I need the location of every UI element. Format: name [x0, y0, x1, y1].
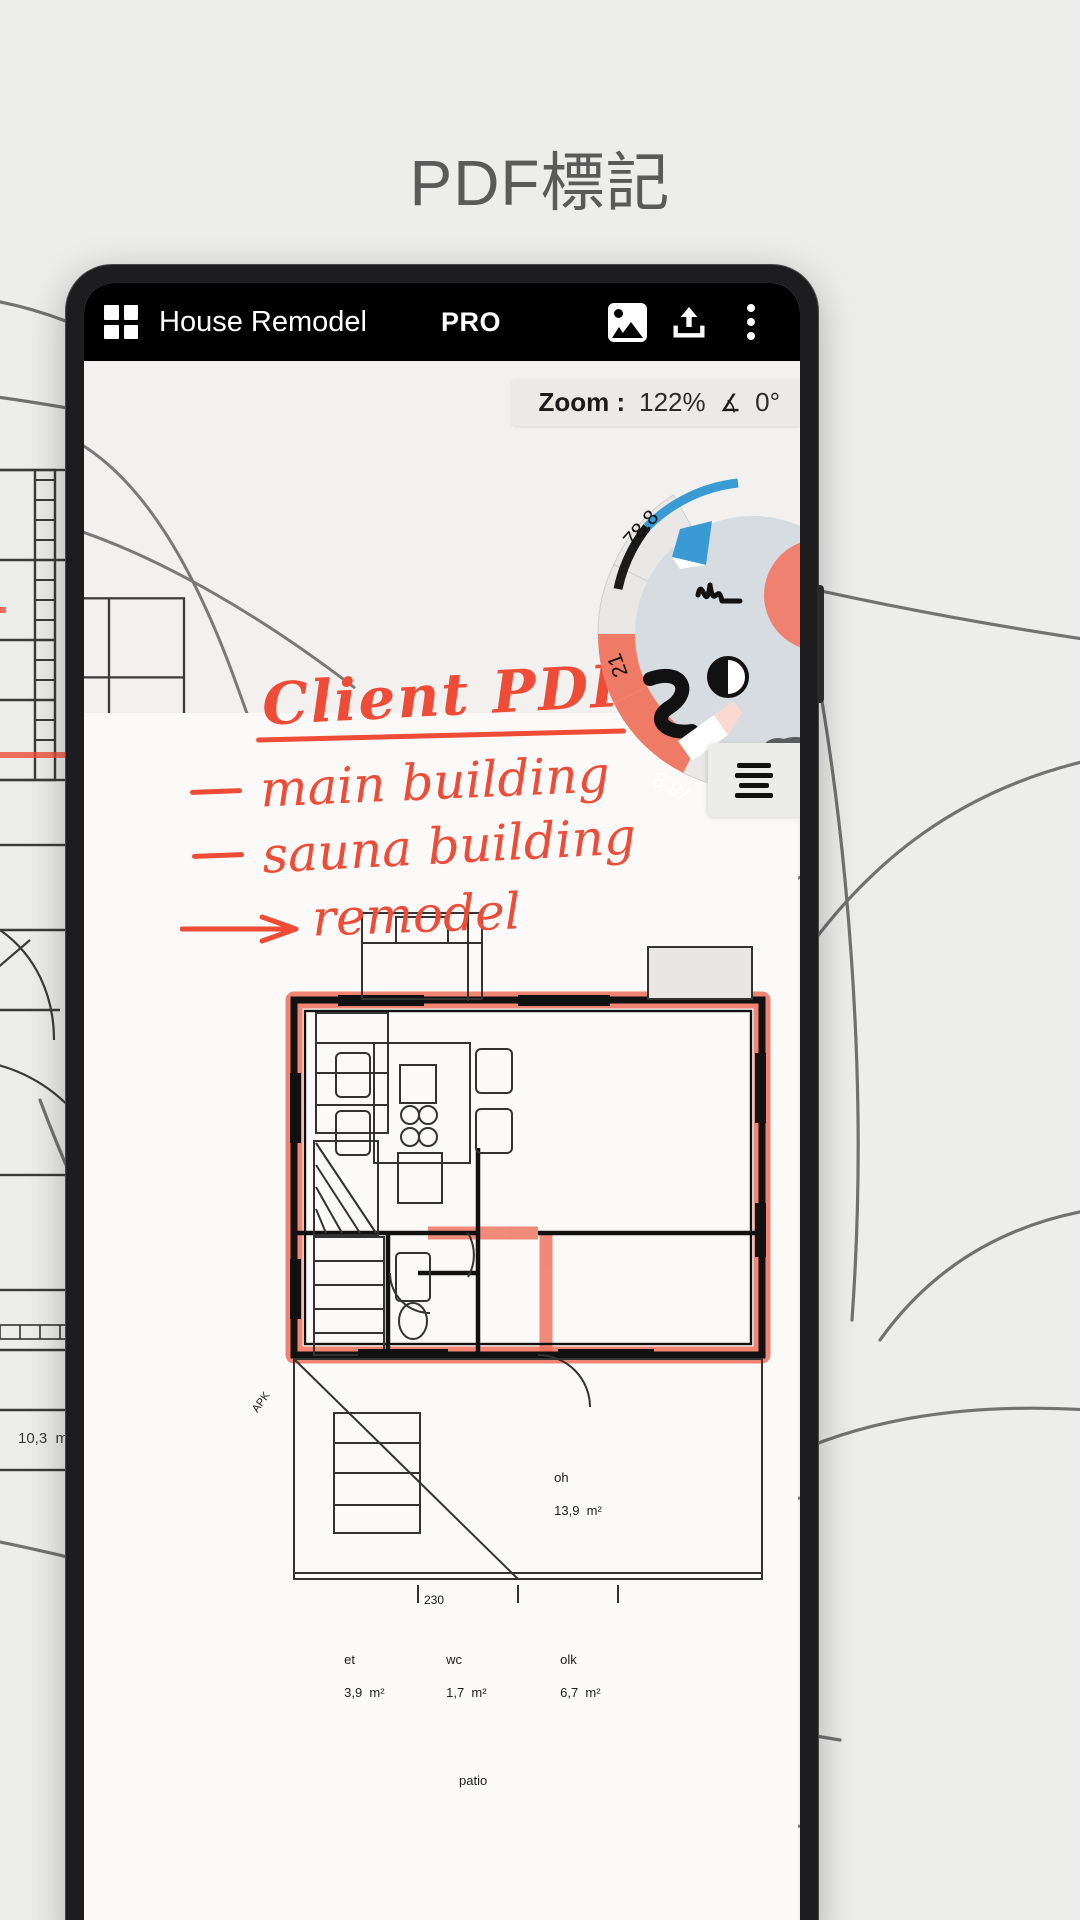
grid-icon[interactable] [104, 305, 138, 339]
more-vertical-icon [747, 304, 755, 340]
layers-icon [735, 762, 773, 798]
phone-mockup: House Remodel PRO oh 13,9 m² et 3,9 m² w… [66, 265, 824, 1920]
pdf-canvas[interactable]: oh 13,9 m² et 3,9 m² wc 1,7 m² olk 6,7 m… [84, 361, 800, 1920]
page-root: PDF標記 10,3 m² House Remodel PRO oh 13,9 … [0, 0, 1080, 1920]
overflow-menu-button[interactable] [720, 291, 782, 353]
room-area: 1,7 m² [446, 1684, 487, 1700]
zoom-label: Zoom : [538, 387, 626, 417]
room-label-oh: oh 13,9 m² [518, 1454, 602, 1535]
angle-value: 0° [755, 387, 780, 417]
room-label-wc: wc 1,7 m² [410, 1636, 487, 1717]
room-name: wc [446, 1652, 463, 1668]
annotation-arrow-icon [180, 914, 299, 944]
zoom-value: 122% [639, 387, 706, 417]
upload-icon [673, 307, 705, 338]
upload-button[interactable] [658, 291, 720, 353]
contrast-icon[interactable] [707, 656, 749, 698]
phone-screen: House Remodel PRO oh 13,9 m² et 3,9 m² w… [84, 283, 800, 1920]
room-name: oh [554, 1470, 569, 1486]
room-name: olk [560, 1652, 577, 1668]
image-button[interactable] [596, 291, 658, 353]
room-label-olk: olk 6,7 m² [524, 1636, 601, 1717]
page-title: PDF標記 [409, 147, 671, 219]
room-area: 13,9 m² [554, 1502, 602, 1518]
room-area: 3,9 m² [344, 1684, 385, 1700]
pro-badge[interactable]: PRO [441, 307, 501, 338]
room-area: 6,7 m² [560, 1684, 601, 1700]
angle-icon: ∡ [719, 390, 742, 417]
background-area-label: 10,3 m² [18, 1430, 74, 1447]
room-name: et [344, 1652, 355, 1668]
room-label-et: et 3,9 m² [308, 1636, 385, 1717]
app-bar: House Remodel PRO [84, 283, 800, 361]
document-title: House Remodel [159, 305, 367, 338]
room-label-patio: patio [459, 1773, 488, 1788]
zoom-readout[interactable]: Zoom : 122% ∡ 0° [512, 379, 800, 426]
door-label: 230 [424, 1593, 445, 1607]
annotation-item-3: remodel [311, 882, 522, 948]
layers-button[interactable] [708, 743, 800, 817]
image-icon [607, 302, 647, 342]
